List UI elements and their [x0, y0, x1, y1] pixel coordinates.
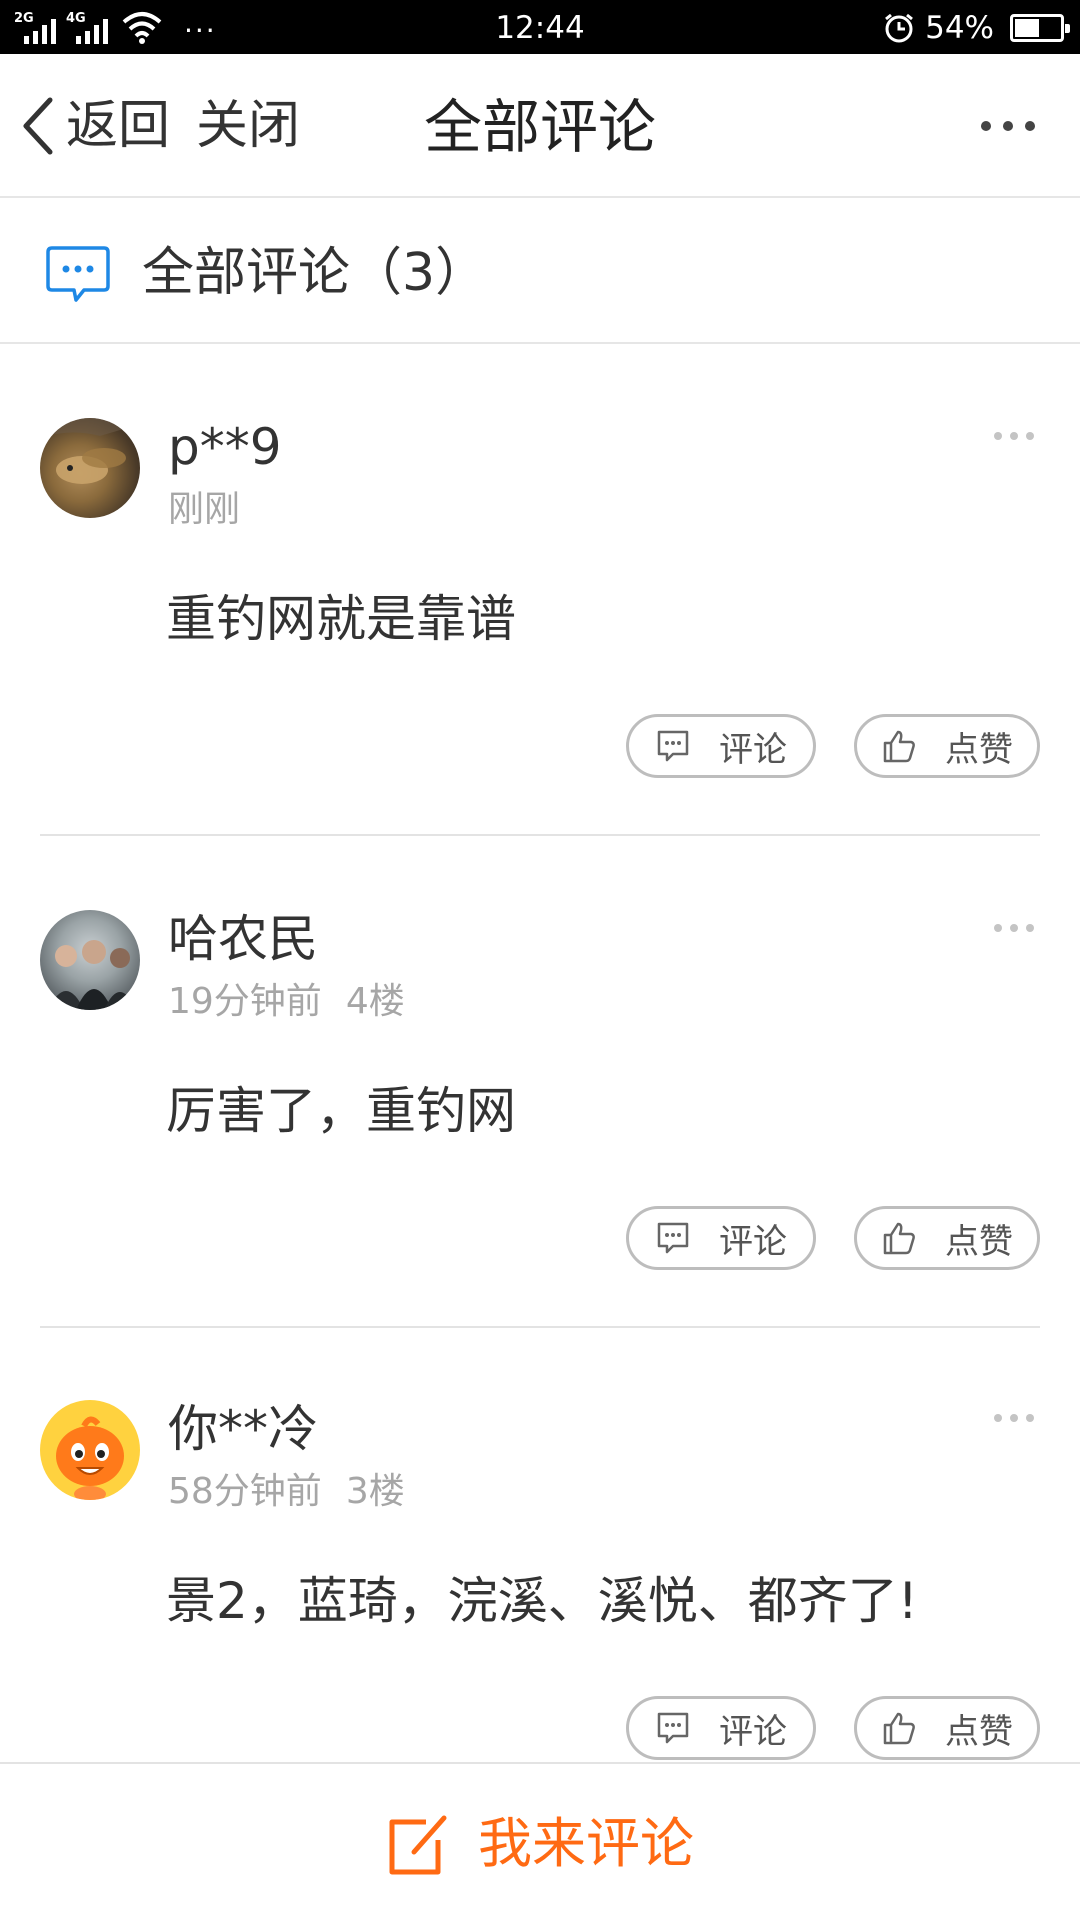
- comment-item: p**9 刚刚 重钓网就是靠谱 评论 点赞: [0, 346, 1080, 836]
- like-label: 点赞: [945, 1711, 1013, 1752]
- nav-bar: 返回 关闭 全部评论: [0, 54, 1080, 198]
- comment-content: 景2，蓝琦，浣溪、溪悦、都齐了!: [166, 1572, 918, 1630]
- like-button[interactable]: 点赞: [854, 1696, 1040, 1760]
- reply-button[interactable]: 评论: [626, 714, 816, 778]
- comment-time: 58分钟前: [168, 1471, 322, 1512]
- reply-button[interactable]: 评论: [626, 1696, 816, 1760]
- status-bar: 2G 4G ··· 12:44 54%: [0, 0, 1080, 54]
- username[interactable]: p**9: [168, 416, 282, 478]
- like-button[interactable]: 点赞: [854, 1206, 1040, 1270]
- more-icon[interactable]: [980, 114, 1036, 138]
- avatar[interactable]: [40, 1400, 140, 1500]
- comment-item: 哈农民 19分钟前 4楼 厉害了，重钓网 评论 点赞: [0, 838, 1080, 1328]
- comment-content: 厉害了，重钓网: [166, 1082, 516, 1140]
- write-comment-label: 我来评论: [478, 1812, 694, 1875]
- thumbs-up-icon: [883, 730, 915, 763]
- reply-label: 评论: [719, 1221, 787, 1262]
- divider: [40, 834, 1040, 836]
- section-header: 全部评论（3）: [0, 200, 1080, 344]
- comment-bubble-icon: [46, 246, 110, 302]
- battery-icon: [1010, 14, 1070, 42]
- avatar[interactable]: [40, 418, 140, 518]
- thumbs-up-icon: [883, 1712, 915, 1745]
- thumbs-up-icon: [883, 1222, 915, 1255]
- more-icon[interactable]: [992, 920, 1036, 936]
- battery-percent: 54%: [925, 10, 994, 46]
- comment-floor: 4楼: [345, 981, 405, 1022]
- like-label: 点赞: [945, 1221, 1013, 1262]
- comment-meta: 19分钟前 4楼: [168, 978, 405, 1026]
- comment-time: 19分钟前: [168, 981, 322, 1022]
- like-button[interactable]: 点赞: [854, 714, 1040, 778]
- avatar[interactable]: [40, 910, 140, 1010]
- page-title: 全部评论: [423, 93, 656, 161]
- username[interactable]: 你**冷: [168, 1398, 318, 1460]
- comment-icon: [657, 730, 689, 762]
- comment-meta: 刚刚: [168, 486, 240, 534]
- battery-fill: [1015, 19, 1039, 37]
- comment-meta: 58分钟前 3楼: [168, 1468, 405, 1516]
- more-icon[interactable]: [992, 1410, 1036, 1426]
- bottom-bar: 我来评论: [0, 1762, 1080, 1920]
- status-right: 54%: [883, 8, 1070, 48]
- comment-floor: 3楼: [345, 1471, 405, 1512]
- more-icon[interactable]: [992, 428, 1036, 444]
- edit-icon: [389, 1815, 447, 1875]
- comment-content: 重钓网就是靠谱: [166, 590, 516, 648]
- comment-icon: [657, 1222, 689, 1254]
- reply-label: 评论: [719, 1711, 787, 1752]
- reply-button[interactable]: 评论: [626, 1206, 816, 1270]
- reply-label: 评论: [719, 729, 787, 770]
- username[interactable]: 哈农民: [168, 908, 318, 970]
- comment-time: 刚刚: [168, 489, 241, 530]
- write-comment-button[interactable]: 我来评论: [0, 1808, 1080, 1880]
- comment-item: 你**冷 58分钟前 3楼 景2，蓝琦，浣溪、溪悦、都齐了! 评论 点赞: [0, 1328, 1080, 1818]
- alarm-icon: [885, 13, 914, 43]
- comment-icon: [657, 1712, 689, 1744]
- like-label: 点赞: [945, 729, 1013, 770]
- section-title: 全部评论（3）: [142, 243, 488, 303]
